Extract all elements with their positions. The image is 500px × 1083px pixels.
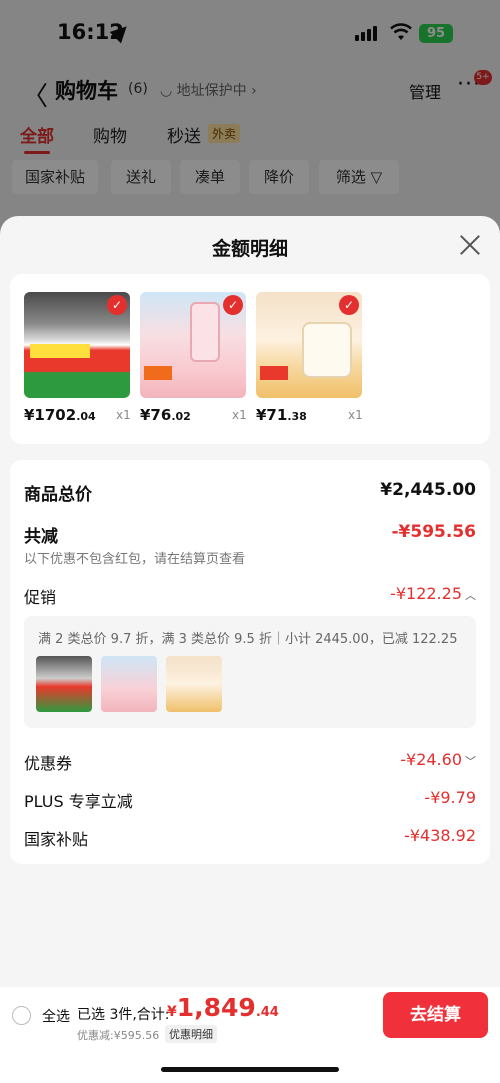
checkout-bar: 全选 已选 3件,合计: ¥1,849.44 优惠减:¥595.56 优惠明细 …	[0, 987, 500, 1083]
product-image-blender: ✓	[140, 292, 246, 398]
amount-breakdown-card: 商品总价 ¥2,445.00 共减 -¥595.56 以下优惠不包含红包，请在结…	[10, 460, 490, 864]
select-all-label[interactable]: 全选	[42, 1006, 70, 1026]
product-item[interactable]: ✓ ¥71.38 x1	[256, 292, 363, 424]
product-item[interactable]: ✓ ¥1702.04 x1	[24, 292, 131, 424]
promo-rule-text: 满 2 类总价 9.7 折，满 3 类总价 9.5 折｜小计 2445.00，已…	[38, 632, 458, 647]
chevron-down-icon: ﹀	[465, 755, 476, 768]
coupon-toggle[interactable]: -¥24.60 ﹀	[400, 750, 476, 769]
reduce-label: 共减	[24, 527, 58, 547]
product-card: ✓ ¥1702.04 x1 ✓ ¥76.02 x1 ✓ ¥71.38 x1	[10, 274, 490, 444]
promo-thumb-range-hood	[36, 656, 92, 712]
subsidy-label: 国家补贴	[24, 830, 89, 849]
close-icon[interactable]	[459, 234, 481, 256]
goods-total-label: 商品总价	[24, 485, 92, 505]
total-price: ¥1,849.44	[167, 993, 279, 1022]
checked-icon: ✓	[107, 295, 127, 315]
goods-total-value: ¥2,445.00	[380, 480, 476, 500]
checked-icon: ✓	[223, 295, 243, 315]
coupon-label: 优惠券	[24, 754, 73, 773]
promo-toggle[interactable]: -¥122.25 ︿	[390, 584, 476, 603]
promo-label: 促销	[24, 588, 57, 607]
product-qty: x1	[232, 408, 247, 422]
select-all-radio[interactable]	[12, 1006, 31, 1025]
selected-count: 已选 3件,合计:	[77, 1007, 170, 1023]
promo-detail-box: 满 2 类总价 9.7 折，满 3 类总价 9.5 折｜小计 2445.00，已…	[24, 616, 476, 728]
reduce-note: 以下优惠不包含红包，请在结算页查看	[24, 552, 246, 567]
sheet-title: 金额明细	[211, 238, 288, 260]
product-image-range-hood: ✓	[24, 292, 130, 398]
promo-thumb-blender	[101, 656, 157, 712]
home-indicator	[161, 1067, 339, 1072]
amount-detail-sheet: 金额明细 ✓ ¥1702.04 x1 ✓ ¥76.02 x1 ✓ ¥71.38 …	[0, 216, 500, 1083]
chevron-up-icon: ︿	[465, 589, 476, 602]
product-image-egg-steamer: ✓	[256, 292, 362, 398]
promo-thumb-egg-steamer	[166, 656, 222, 712]
reduce-value: -¥595.56	[391, 522, 477, 542]
plus-label: PLUS 专享立减	[24, 792, 133, 811]
checkout-button[interactable]: 去结算	[383, 992, 488, 1038]
plus-value: -¥9.79	[424, 788, 476, 807]
product-qty: x1	[116, 408, 131, 422]
product-qty: x1	[348, 408, 363, 422]
discount-summary: 优惠减:¥595.56	[77, 1029, 160, 1042]
product-item[interactable]: ✓ ¥76.02 x1	[140, 292, 247, 424]
subsidy-value: -¥438.92	[404, 826, 476, 845]
discount-detail-link[interactable]: 优惠明细	[165, 1025, 217, 1043]
checked-icon: ✓	[339, 295, 359, 315]
